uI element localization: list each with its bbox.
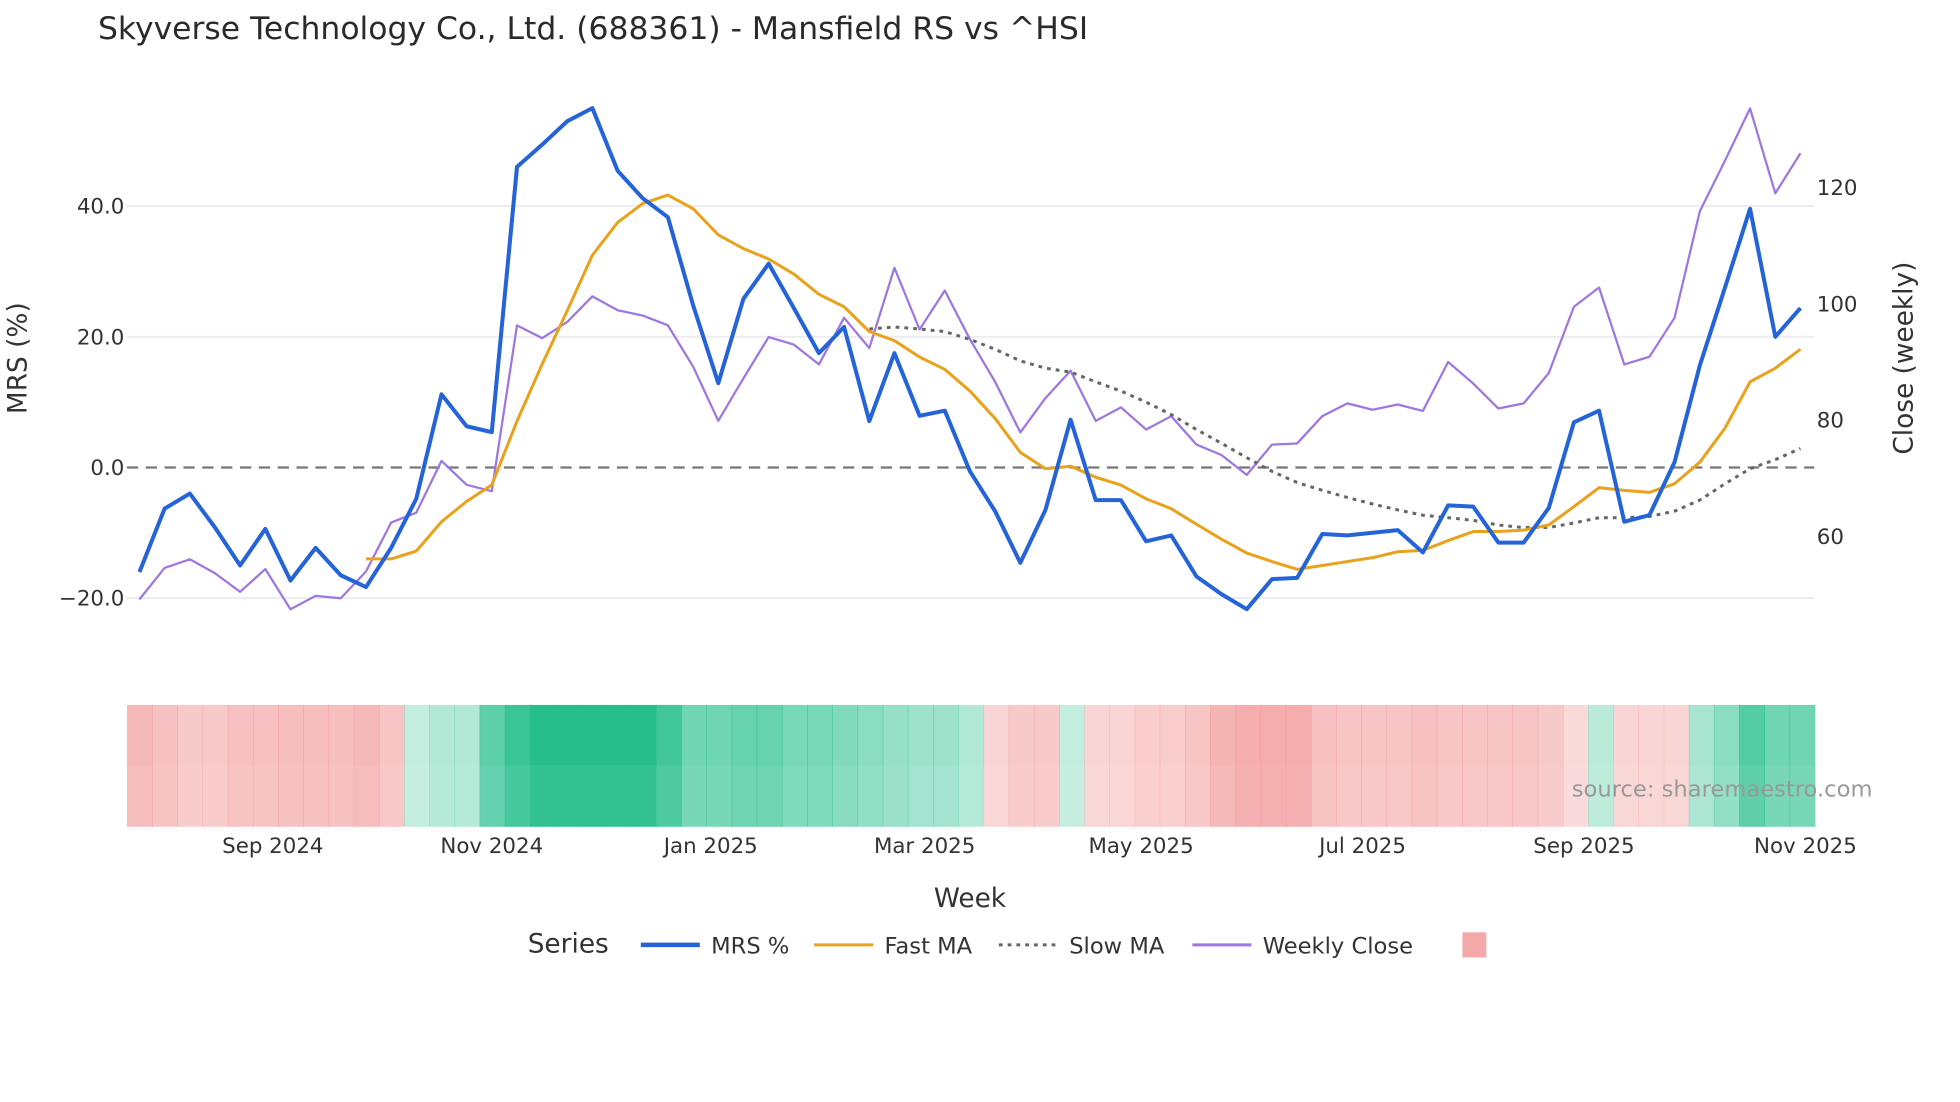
x-tick-label: May 2025 (1088, 834, 1193, 859)
y2-tick-label: 120 (1817, 176, 1858, 201)
series-line-weekly-close (138, 107, 1802, 611)
legend-heatmap-swatch (1462, 932, 1487, 958)
x-tick-label: Sep 2025 (1533, 834, 1634, 859)
x-tick-label: Nov 2024 (440, 834, 543, 859)
legend-label: Slow MA (1069, 934, 1165, 960)
y2-tick-label: 100 (1817, 292, 1858, 317)
y2-tick-label: 60 (1817, 525, 1844, 550)
y-tick-label: −20.0 (59, 587, 124, 612)
y2-tick-label: 80 (1817, 409, 1844, 434)
legend: MRS % Fast MA Slow MA Weekly Close (640, 932, 1487, 960)
chart-title: Skyverse Technology Co., Ltd. (688361) -… (98, 11, 1088, 47)
series-line-slow-ma (869, 325, 1802, 530)
y-tick-label: 20.0 (77, 325, 125, 350)
legend-title: Series (528, 929, 609, 959)
source-watermark: source: sharemaestro.com (1572, 777, 1873, 803)
legend-label: MRS % (711, 934, 789, 960)
x-tick-label: Sep 2024 (222, 834, 323, 859)
series-line-mrs- (137, 106, 1802, 612)
mansfield-rs-chart: Skyverse Technology Co., Ltd. (688361) -… (3, 11, 1919, 960)
y-tick-label: 0.0 (90, 456, 124, 481)
series-line-fast-ma (365, 193, 1802, 571)
legend-label: Weekly Close (1263, 934, 1413, 960)
x-tick-label: Mar 2025 (874, 834, 975, 859)
y2-axis-label: Close (weekly) (1889, 262, 1919, 455)
x-tick-label: Nov 2025 (1754, 834, 1857, 859)
gridlines (126, 205, 1815, 600)
heatmap-band (126, 704, 1816, 827)
heatmap-shade (126, 765, 1815, 827)
x-tick-label: Jul 2025 (1317, 834, 1406, 859)
legend-label: Fast MA (885, 934, 973, 960)
y-axis-label: MRS (%) (3, 302, 33, 414)
series-lines (137, 106, 1802, 612)
x-axis-label: Week (934, 884, 1007, 914)
y-tick-label: 40.0 (77, 195, 125, 220)
x-tick-label: Jan 2025 (662, 834, 758, 859)
